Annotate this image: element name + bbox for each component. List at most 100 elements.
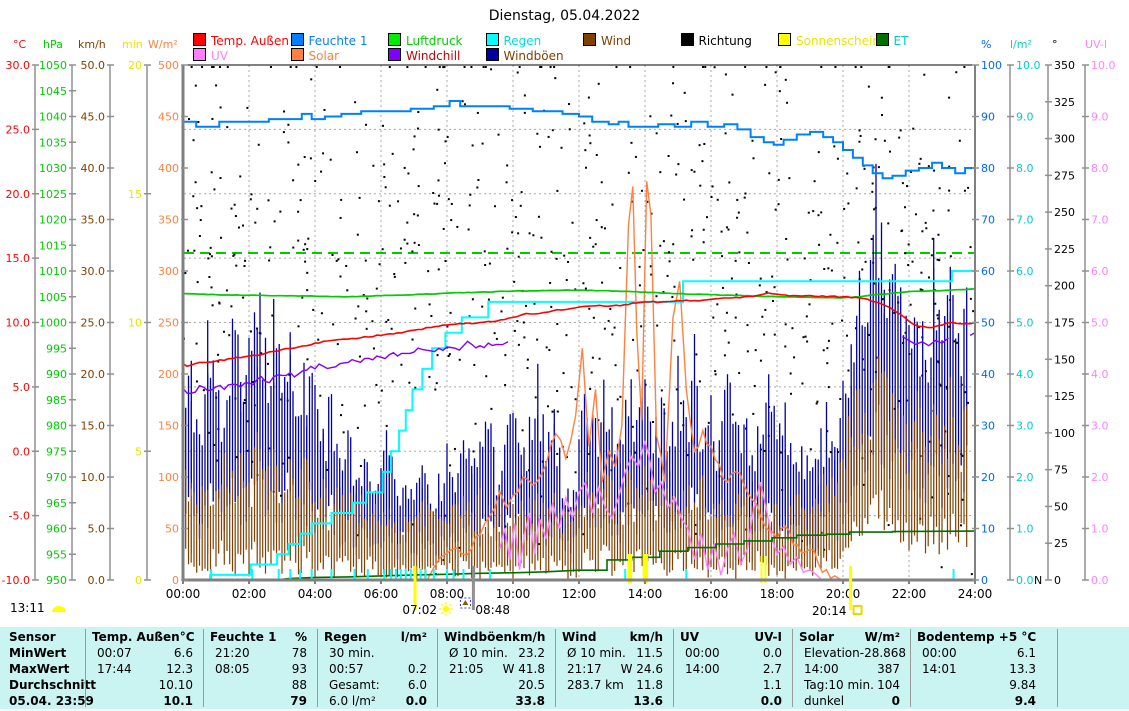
cell-time	[676, 693, 685, 709]
cell-value: 0	[892, 693, 907, 709]
cell-time: 6.0 l/m²	[320, 693, 376, 709]
table-row: Ø 10 min.11.5	[558, 645, 670, 661]
svg-text:75: 75	[1054, 464, 1068, 477]
column-unit	[1036, 629, 1043, 645]
cell-value: 9.84	[1009, 677, 1043, 693]
cell-value: 10.10	[159, 677, 200, 693]
cell-time	[88, 677, 97, 693]
cell-time	[558, 693, 567, 709]
svg-text:1045: 1045	[39, 85, 67, 98]
table-separator	[437, 629, 438, 707]
cell-time	[676, 677, 685, 693]
table-row: 21:05W 41.8	[440, 661, 552, 677]
cell-time	[913, 693, 922, 709]
svg-text:-10.0: -10.0	[2, 574, 30, 587]
svg-text:1020: 1020	[39, 214, 67, 227]
svg-text:960: 960	[46, 523, 67, 536]
svg-text:0: 0	[981, 574, 988, 587]
table-row: Elevation-28.868	[795, 645, 907, 661]
svg-text:10.0: 10.0	[6, 317, 31, 330]
svg-text:80: 80	[981, 162, 995, 175]
table-row: 6.0 l/m²0.0	[320, 693, 434, 709]
svg-text:20: 20	[128, 59, 142, 72]
table-row: 9.4	[913, 693, 1043, 709]
weather-chart: °C-10.0-5.00.05.010.015.020.025.030.0hPa…	[0, 0, 1129, 627]
cell-value: 33.8	[515, 693, 552, 709]
table-separator	[85, 629, 86, 707]
svg-text:40.0: 40.0	[81, 162, 106, 175]
table-row: Ø 10 min.23.2	[440, 645, 552, 661]
column-header: Temp. Außen	[88, 629, 180, 645]
cell-time: dunkel	[795, 693, 844, 709]
svg-text:275: 275	[1054, 169, 1075, 182]
svg-text:km/h: km/h	[78, 38, 106, 51]
svg-text:200: 200	[158, 368, 179, 381]
svg-text:995: 995	[46, 342, 67, 355]
svg-text:200: 200	[1054, 280, 1075, 293]
svg-text:10.0: 10.0	[1016, 59, 1041, 72]
svg-text:8.0: 8.0	[1016, 162, 1034, 175]
column-unit: %	[295, 629, 314, 645]
svg-text:1035: 1035	[39, 136, 67, 149]
svg-text:100: 100	[158, 471, 179, 484]
svg-text:0.0: 0.0	[13, 445, 31, 458]
cell-time: 30 min.	[320, 645, 375, 661]
cell-time: Elevation	[795, 645, 860, 661]
svg-text:150: 150	[158, 420, 179, 433]
svg-text:20.0: 20.0	[6, 188, 31, 201]
column-unit: W/m²	[865, 629, 907, 645]
svg-text:50: 50	[1054, 500, 1068, 513]
cell-time	[440, 693, 449, 709]
table-row: 9.84	[913, 677, 1043, 693]
svg-text:1.0: 1.0	[1091, 523, 1109, 536]
table-row: 283.7 km11.8	[558, 677, 670, 693]
svg-text:250: 250	[158, 317, 179, 330]
svg-text:16:00: 16:00	[694, 587, 729, 601]
table-column-regen: Regenl/m²30 min.00:570.2Gesamt:6.06.0 l/…	[320, 627, 434, 709]
cell-value: 12.3	[166, 661, 200, 677]
table-row: 14:0113.3	[913, 661, 1043, 677]
svg-text:980: 980	[46, 420, 67, 433]
column-unit: °C	[180, 629, 202, 645]
cell-time: Tag:10 min.	[795, 677, 874, 693]
svg-text:0.0: 0.0	[1091, 574, 1109, 587]
svg-text:450: 450	[158, 111, 179, 124]
svg-text:min: min	[122, 38, 143, 51]
column-header: UV	[676, 629, 699, 645]
svg-text:W/m²: W/m²	[148, 38, 178, 51]
svg-text:0: 0	[172, 574, 179, 587]
column-header: Feuchte 1	[206, 629, 276, 645]
svg-text:1005: 1005	[39, 291, 67, 304]
svg-text:90: 90	[981, 111, 995, 124]
table-row: 21:2078	[206, 645, 314, 661]
cell-value: 0.0	[761, 693, 789, 709]
svg-text:-5.0: -5.0	[9, 510, 30, 523]
cell-time: 00:57	[320, 661, 364, 677]
svg-text:1030: 1030	[39, 162, 67, 175]
svg-text:25.0: 25.0	[6, 123, 31, 136]
table-row: 79	[206, 693, 314, 709]
table-row: 30 min.	[320, 645, 434, 661]
cell-value: 6.6	[174, 645, 200, 661]
svg-text:10:00: 10:00	[496, 587, 531, 601]
row-label: MaxWert	[4, 661, 69, 677]
svg-text:300: 300	[1054, 133, 1075, 146]
svg-text:0.0: 0.0	[1016, 574, 1034, 587]
weather-app-screen: Dienstag, 05.04.2022 Temp. AußenFeuchte …	[0, 0, 1129, 711]
svg-text:l/m²: l/m²	[1010, 38, 1032, 51]
svg-text:1040: 1040	[39, 111, 67, 124]
cell-value: 0.2	[408, 661, 434, 677]
svg-text:10: 10	[128, 317, 142, 330]
table-separator	[555, 629, 556, 707]
column-unit: UV-I	[754, 629, 789, 645]
svg-text:30.0: 30.0	[6, 59, 31, 72]
cell-value: W 24.6	[621, 661, 670, 677]
svg-text:20.0: 20.0	[81, 368, 106, 381]
cell-time: Gesamt:	[320, 677, 380, 693]
table-row: 00:006.1	[913, 645, 1043, 661]
cell-time: 283.7 km	[558, 677, 624, 693]
svg-text:955: 955	[46, 548, 67, 561]
table-separator	[317, 629, 318, 707]
svg-text:175: 175	[1054, 317, 1075, 330]
cell-value: 0.0	[763, 645, 789, 661]
